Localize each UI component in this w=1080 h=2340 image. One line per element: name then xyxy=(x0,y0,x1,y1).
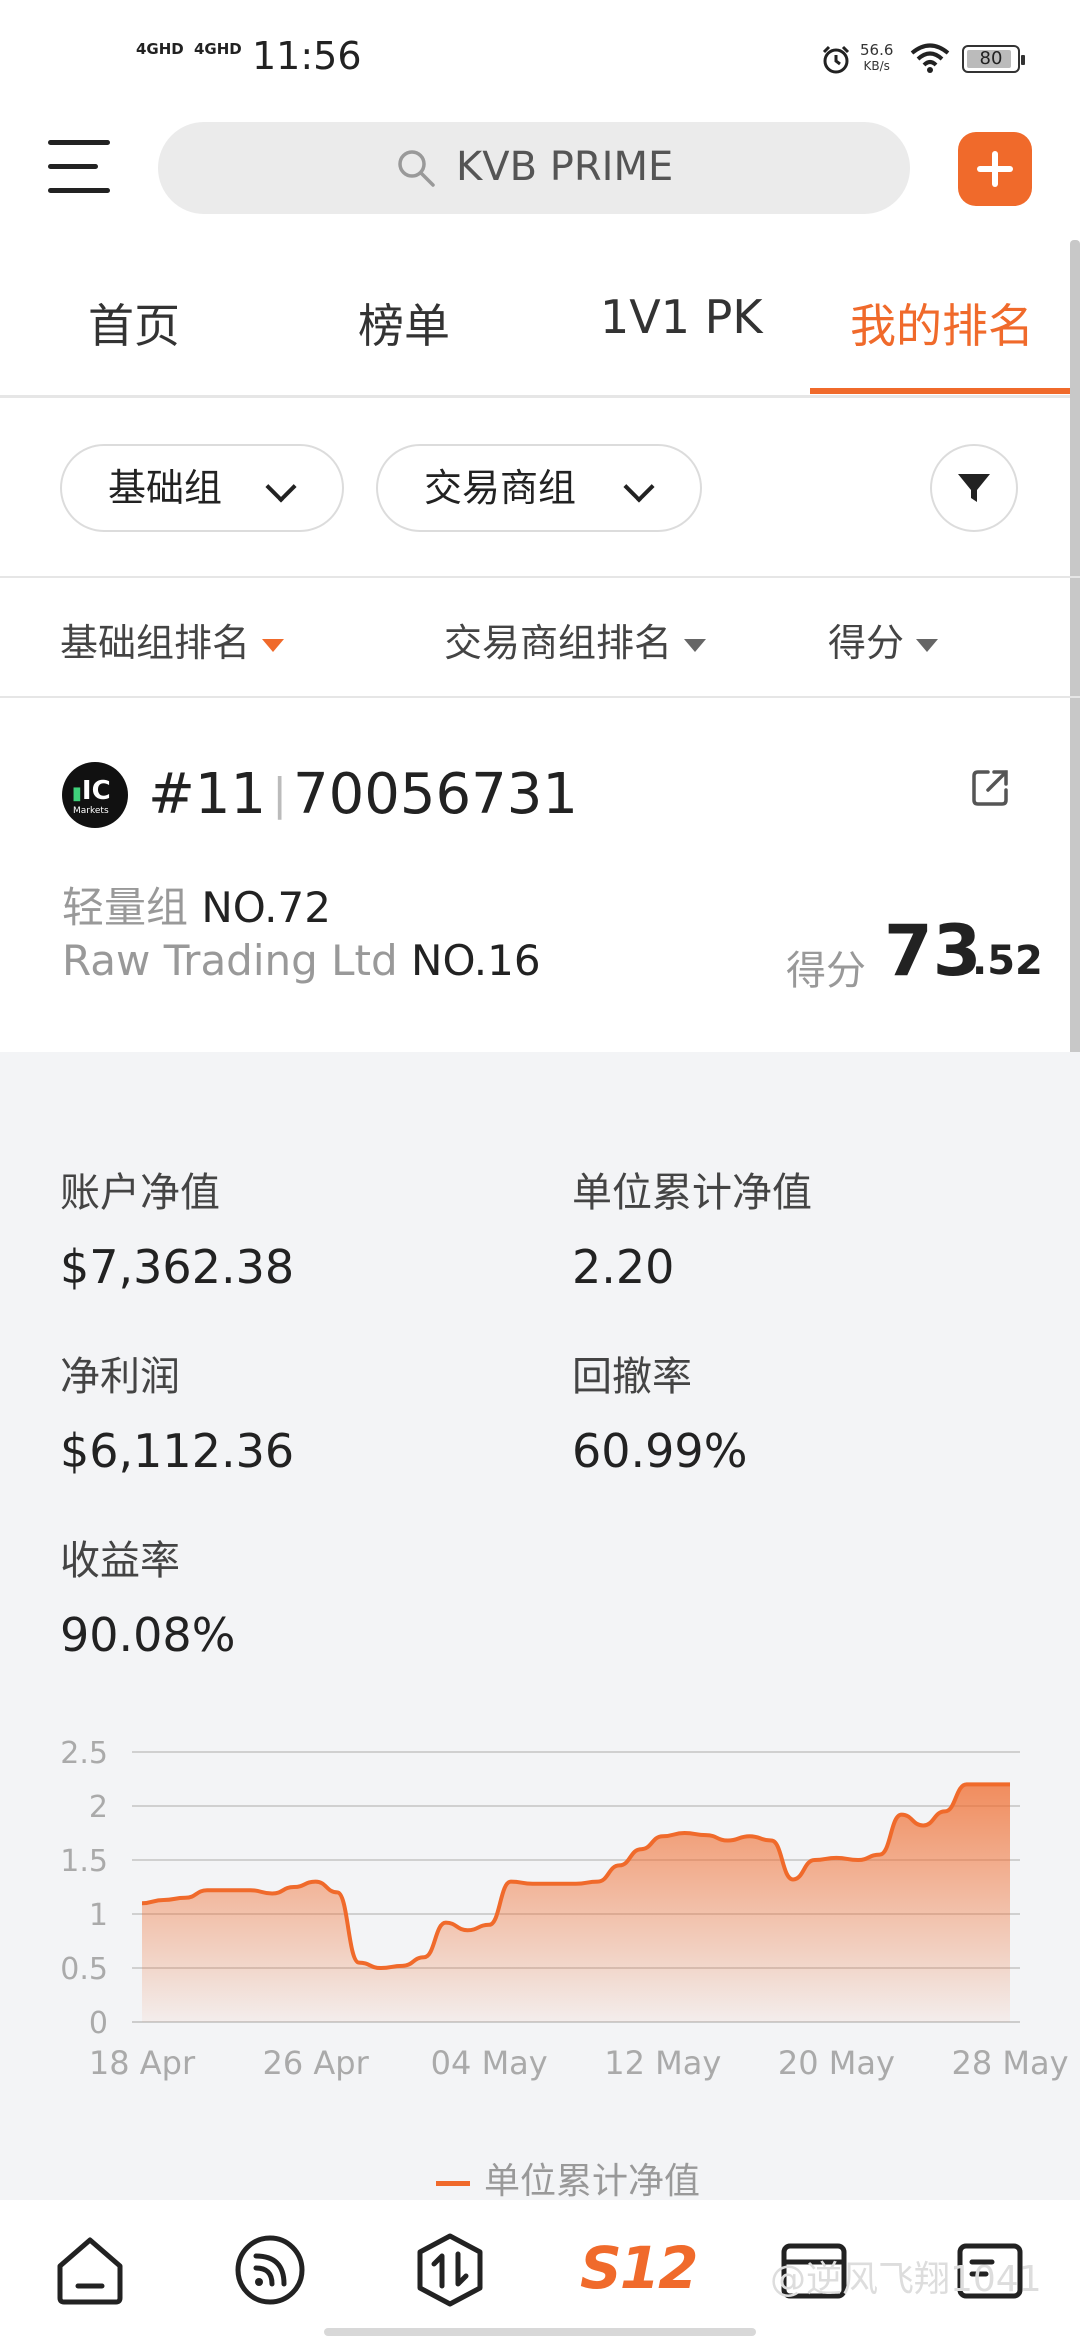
account-number: 70056731 xyxy=(293,762,579,827)
clock: 11:56 xyxy=(252,34,362,78)
broker-label: Raw Trading Ltd xyxy=(62,936,398,985)
y-tick-label: 1.5 xyxy=(60,1844,108,1879)
score-integer: 73 xyxy=(884,910,982,992)
broker-logo: ▮IC Markets xyxy=(62,762,128,828)
account-title: #11 | 70056731 xyxy=(148,762,579,827)
trade-icon[interactable] xyxy=(412,2232,488,2308)
search-icon xyxy=(398,150,435,187)
active-tab-indicator xyxy=(810,388,1080,394)
tab-bar: 首页 榜单 1V1 PK 我的排名 xyxy=(0,260,1080,398)
score-decimal: .52 xyxy=(972,938,1043,984)
broker-rank-line: Raw Trading Ltd NO.16 xyxy=(62,936,541,985)
equity-label: 账户净值 xyxy=(60,1170,220,1216)
profit-value: $6,112.36 xyxy=(60,1424,295,1478)
alarm-icon xyxy=(822,45,850,74)
x-tick-label: 04 May xyxy=(431,2044,548,2082)
search-bar[interactable]: KVB PRIME xyxy=(158,122,910,214)
wifi-icon xyxy=(910,43,950,73)
profit-label: 净利润 xyxy=(60,1354,180,1400)
chart-legend: 单位累计净值 xyxy=(436,2152,700,2204)
tab-leaderboard[interactable]: 榜单 xyxy=(358,290,450,356)
broker-rank: NO.16 xyxy=(411,936,541,985)
y-tick-label: 1 xyxy=(89,1898,108,1933)
x-tick-label: 12 May xyxy=(604,2044,721,2082)
funnel-icon xyxy=(958,474,990,502)
y-tick-label: 2.5 xyxy=(60,1736,108,1771)
group-rank-line: 轻量组 NO.72 xyxy=(62,874,331,935)
divider xyxy=(0,576,1080,578)
net-speed: 56.6 KB/s xyxy=(860,41,894,73)
legend-swatch xyxy=(436,2180,470,2186)
group-filter-label: 基础组 xyxy=(108,466,223,510)
nav-s12-active[interactable]: S12 xyxy=(580,2234,698,2302)
sort-icon xyxy=(684,639,707,652)
feed-icon[interactable] xyxy=(232,2232,308,2308)
divider xyxy=(0,696,1080,698)
score-label: 得分 xyxy=(786,948,866,994)
sort-broker-rank[interactable]: 交易商组排名 xyxy=(444,612,707,667)
signal-indicator-1: 4GHD xyxy=(136,40,184,58)
tab-my-ranking[interactable]: 我的排名 xyxy=(850,290,1034,356)
group-label: 轻量组 xyxy=(62,883,189,932)
signal-indicator-2: 4GHD xyxy=(194,40,242,58)
sort-score[interactable]: 得分 xyxy=(828,612,939,667)
search-placeholder: KVB PRIME xyxy=(456,144,674,190)
drawdown-value: 60.99% xyxy=(572,1424,748,1478)
share-icon[interactable] xyxy=(968,766,1012,810)
menu-icon[interactable] xyxy=(48,140,110,196)
status-bar: 4GHD 4GHD 11:56 56.6 KB/s 80 xyxy=(0,0,1080,110)
y-tick-label: 0.5 xyxy=(60,1952,108,1987)
group-filter-dropdown[interactable]: 基础组 xyxy=(60,444,344,532)
return-value: 90.08% xyxy=(60,1608,236,1662)
chevron-down-icon xyxy=(265,471,297,503)
sort-icon xyxy=(916,639,939,652)
rank-number: #11 xyxy=(148,762,267,827)
broker-filter-dropdown[interactable]: 交易商组 xyxy=(376,444,702,532)
x-tick-label: 26 Apr xyxy=(262,2044,369,2082)
sort-basic-rank[interactable]: 基础组排名 xyxy=(60,612,285,667)
x-tick-label: 28 May xyxy=(951,2044,1068,2082)
return-label: 收益率 xyxy=(60,1538,180,1584)
bottom-nav: S12 @逆风飞翔1041 xyxy=(0,2200,1080,2340)
sort-desc-icon xyxy=(262,639,285,652)
tab-home[interactable]: 首页 xyxy=(88,290,180,356)
x-tick-label: 20 May xyxy=(778,2044,895,2082)
add-button[interactable] xyxy=(958,132,1032,206)
filter-button[interactable] xyxy=(930,444,1018,532)
tab-1v1-pk[interactable]: 1V1 PK xyxy=(600,290,763,344)
y-tick-label: 2 xyxy=(89,1790,108,1825)
equity-value: $7,362.38 xyxy=(60,1240,295,1294)
legend-label: 单位累计净值 xyxy=(484,2161,701,2202)
unit-nav-label: 单位累计净值 xyxy=(572,1170,812,1216)
unit-nav-value: 2.20 xyxy=(572,1240,675,1294)
nav-chart: 0 0.5 1 1.5 2 2.5 18 Apr 26 Apr 04 May 12 May 20 M… xyxy=(60,1736,1068,2082)
drawdown-label: 回撤率 xyxy=(572,1354,692,1400)
home-icon[interactable] xyxy=(52,2232,128,2308)
battery-indicator: 80 xyxy=(962,45,1025,73)
watermark: @逆风飞翔1041 xyxy=(770,2259,1042,2300)
x-tick-label: 18 Apr xyxy=(89,2044,196,2082)
chevron-down-icon xyxy=(623,471,655,503)
y-tick-label: 0 xyxy=(89,2006,108,2041)
group-rank: NO.72 xyxy=(201,883,331,932)
series-area xyxy=(142,1784,1010,2022)
home-indicator[interactable] xyxy=(324,2328,756,2336)
broker-filter-label: 交易商组 xyxy=(424,466,577,510)
